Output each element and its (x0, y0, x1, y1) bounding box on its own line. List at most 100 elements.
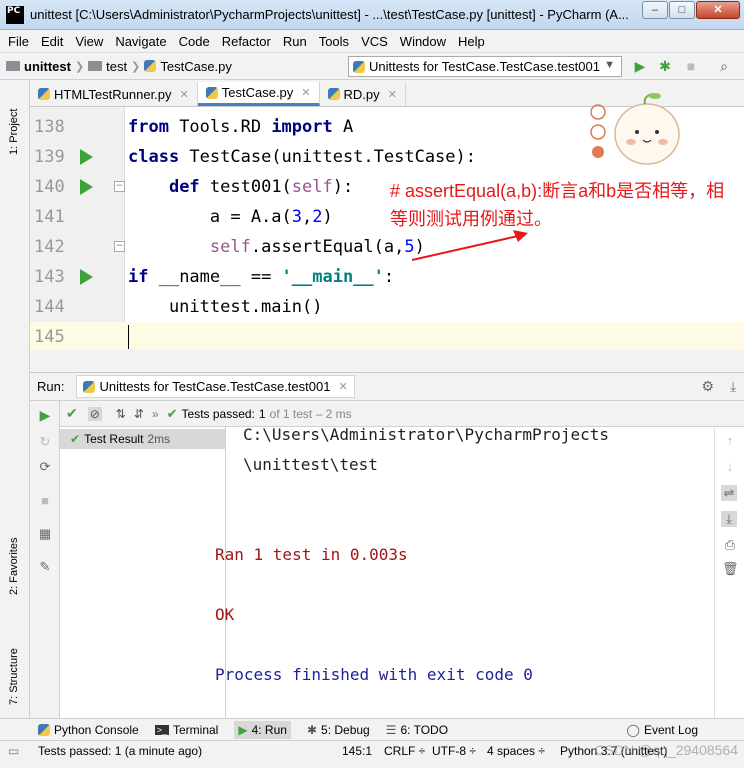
python-test-icon (83, 380, 96, 393)
sort-alpha-icon[interactable]: ⇅ (116, 407, 126, 421)
tab-testcase[interactable]: TestCase.py ✕ (197, 82, 320, 106)
run-gutter-icon[interactable] (80, 149, 93, 165)
run-panel-header: Run: Unittests for TestCase.TestCase.tes… (30, 373, 744, 401)
menu-tools[interactable]: Tools (319, 34, 349, 49)
close-icon[interactable]: ✕ (388, 88, 397, 101)
fold-icon[interactable]: − (114, 241, 125, 252)
menu-help[interactable]: Help (458, 34, 485, 49)
menu-bar: File Edit View Navigate Code Refactor Ru… (0, 30, 744, 52)
rerun-icon[interactable]: ▶ (37, 407, 53, 423)
left-tool-strip: 1: Project 2: Favorites 7: Structure (0, 80, 30, 718)
maximize-button[interactable]: □ (669, 1, 695, 19)
status-panel-icon[interactable]: ▭ (8, 744, 19, 758)
console-output[interactable]: C:\Users\Administrator\PycharmProjects \… (215, 425, 708, 719)
breadcrumb-project[interactable]: unittest (24, 59, 71, 74)
tool-tab-structure[interactable]: 7: Structure (8, 648, 20, 705)
red-annotation-text: # assertEqual(a,b):断言a和b是否相等，相等则测试用例通过。 (390, 181, 725, 229)
tab-label: 4: Run (251, 722, 287, 737)
run-configuration-select[interactable]: Unittests for TestCase.TestCase.test001 … (348, 56, 622, 77)
python-test-icon (353, 60, 365, 73)
python-file-icon (327, 88, 340, 100)
menu-code[interactable]: Code (179, 34, 210, 49)
pycharm-logo-icon: PC (6, 5, 24, 24)
menu-view[interactable]: View (75, 34, 103, 49)
line-separator[interactable]: CRLF ÷ (384, 744, 425, 758)
tool-tab-event-log[interactable]: ◯ Event Log (627, 723, 698, 737)
indent-setting[interactable]: 4 spaces ÷ (487, 744, 545, 758)
tab-label: HTMLTestRunner.py (54, 86, 172, 102)
tool-tab-debug[interactable]: ✱ 5: Debug (307, 723, 370, 737)
breadcrumb: unittest ❯ test ❯ TestCase.py (6, 59, 232, 74)
tree-item-test-result[interactable]: ✔ Test Result 2ms (60, 429, 225, 449)
folder-icon (6, 61, 20, 71)
tab-htmltestrunner[interactable]: HTMLTestRunner.py ✕ (30, 82, 198, 106)
sort-duration-icon[interactable]: ⇵ (134, 407, 144, 421)
breadcrumb-file[interactable]: TestCase.py (160, 59, 232, 74)
run-tab[interactable]: Unittests for TestCase.TestCase.test001 … (76, 375, 355, 398)
chevron-right-icon: ❯ (74, 60, 85, 73)
tab-label: 6: TODO (400, 722, 449, 737)
tool-tab-terminal[interactable]: >_ Terminal (154, 722, 219, 737)
menu-run[interactable]: Run (283, 34, 307, 49)
arrow-up-icon[interactable]: ↑ (722, 433, 738, 449)
todo-icon: ☰ (385, 722, 397, 737)
fold-icon[interactable]: − (114, 181, 125, 192)
breadcrumb-folder[interactable]: test (106, 59, 127, 74)
status-bar: ▭ Tests passed: 1 (a minute ago) 145:1 C… (0, 740, 744, 762)
debug-icon[interactable]: ✱ (657, 58, 673, 74)
menu-edit[interactable]: Edit (41, 34, 63, 49)
line-number: 145 (34, 327, 65, 347)
text-caret (128, 325, 129, 349)
menu-vcs[interactable]: VCS (361, 34, 388, 49)
search-icon[interactable]: ⌕ (716, 58, 732, 74)
menu-file[interactable]: File (8, 34, 29, 49)
tool-tab-run[interactable]: ▶ 4: Run (234, 720, 291, 739)
navigation-bar: unittest ❯ test ❯ TestCase.py Unittests … (0, 52, 744, 80)
run-icon[interactable]: ▶ (632, 58, 648, 74)
run-configuration-label: Unittests for TestCase.TestCase.test001 (369, 59, 600, 74)
file-encoding[interactable]: UTF-8 ÷ (432, 744, 476, 758)
run-tab-label: Unittests for TestCase.TestCase.test001 (99, 379, 331, 394)
close-button[interactable]: ✕ (696, 1, 740, 19)
line-number: 144 (34, 297, 65, 317)
tool-tab-project[interactable]: 1: Project (8, 109, 20, 155)
pin-icon[interactable]: ✎ (37, 559, 53, 575)
gear-icon[interactable]: ⚙ (701, 378, 714, 395)
menu-window[interactable]: Window (400, 34, 446, 49)
stop-icon[interactable]: ■ (683, 58, 699, 74)
hide-panel-icon[interactable]: ⤓ (730, 379, 736, 395)
more-icon[interactable]: » (152, 407, 159, 421)
console-side-toolbar: ↑ ↓ ⇌ ⤓ ⎙ 🗑 (714, 427, 744, 719)
code-line: 143 if __name__ == '__main__': (30, 262, 744, 292)
print-icon[interactable]: ⎙ (722, 537, 738, 553)
python-file-icon (205, 86, 218, 99)
code-line: 144 unittest.main() (30, 292, 744, 322)
toggle-auto-test-icon[interactable]: ⟳ (37, 459, 53, 475)
soft-wrap-icon[interactable]: ⇌ (721, 485, 737, 501)
arrow-down-icon[interactable]: ↓ (722, 459, 738, 475)
tab-rd[interactable]: RD.py ✕ (320, 82, 406, 106)
run-gutter-icon[interactable] (80, 179, 93, 195)
tests-passed-detail: of 1 test – 2 ms (269, 406, 352, 421)
close-icon[interactable]: ✕ (338, 380, 347, 393)
scroll-to-end-icon[interactable]: ⤓ (721, 511, 737, 527)
close-icon[interactable]: ✕ (301, 86, 310, 99)
layout-icon[interactable]: ▦ (37, 526, 53, 542)
tool-tab-favorites[interactable]: 2: Favorites (8, 538, 20, 595)
menu-refactor[interactable]: Refactor (222, 34, 271, 49)
tab-label: Terminal (173, 722, 219, 737)
run-gutter-icon[interactable] (80, 269, 93, 285)
line-number: 141 (34, 207, 65, 227)
rerun-failed-icon[interactable]: ↻ (37, 434, 53, 450)
cursor-position[interactable]: 145:1 (342, 744, 372, 758)
status-message[interactable]: Tests passed: 1 (a minute ago) (38, 744, 202, 758)
stop-icon[interactable]: ■ (37, 493, 53, 509)
menu-navigate[interactable]: Navigate (115, 34, 166, 49)
trash-icon[interactable]: 🗑 (722, 561, 739, 577)
close-icon[interactable]: ✕ (180, 88, 189, 101)
tool-tab-todo[interactable]: ☰ 6: TODO (386, 723, 448, 737)
tool-tab-python-console[interactable]: Python Console (38, 723, 139, 737)
minimize-button[interactable]: – (642, 1, 668, 19)
show-passed-icon[interactable]: ✔ (66, 405, 78, 422)
show-ignored-icon[interactable]: ⊘ (87, 406, 102, 421)
